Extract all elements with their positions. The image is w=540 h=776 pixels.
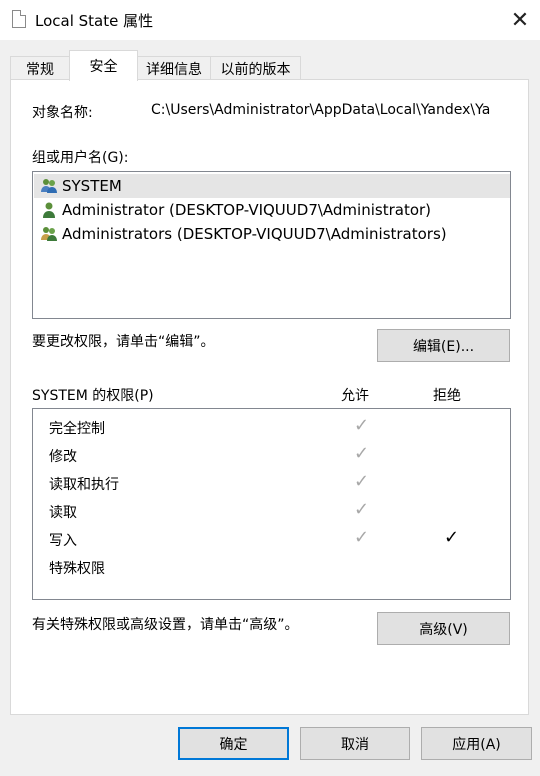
permission-row: 读取和执行 ✓ xyxy=(49,469,509,497)
list-item-label: Administrators (DESKTOP-VIQUUD7\Administ… xyxy=(62,225,447,243)
list-item-label: Administrator (DESKTOP-VIQUUD7\Administr… xyxy=(62,201,432,219)
permission-name: 修改 xyxy=(49,449,77,465)
permission-row: 特殊权限 xyxy=(49,553,509,581)
close-button[interactable]: ✕ xyxy=(500,0,540,40)
list-item[interactable]: SYSTEM xyxy=(34,174,510,198)
allow-check-icon: ✓ xyxy=(354,443,370,464)
edit-button[interactable]: 编辑(E)... xyxy=(377,329,510,362)
title-bar: Local State 属性 ✕ xyxy=(0,0,540,40)
window-title: Local State 属性 xyxy=(35,12,154,30)
permission-name: 特殊权限 xyxy=(49,561,105,577)
permission-name: 完全控制 xyxy=(49,421,105,437)
allow-check-icon: ✓ xyxy=(354,499,370,520)
permission-row: 完全控制 ✓ xyxy=(49,413,509,441)
user-icon xyxy=(43,202,55,218)
tab-security[interactable]: 安全 xyxy=(69,50,138,81)
object-path: C:\Users\Administrator\AppData\Local\Yan… xyxy=(151,102,491,118)
permission-row: 读取 ✓ xyxy=(49,497,509,525)
permission-name: 读取 xyxy=(49,505,77,521)
list-item-label: SYSTEM xyxy=(62,177,122,195)
security-panel: 对象名称: C:\Users\Administrator\AppData\Loc… xyxy=(10,79,529,715)
advanced-button[interactable]: 高级(V) xyxy=(377,612,510,645)
deny-check-icon: ✓ xyxy=(444,527,460,548)
permission-name: 写入 xyxy=(49,533,77,549)
permission-name: 读取和执行 xyxy=(49,477,119,493)
permission-row: 写入 ✓ ✓ xyxy=(49,525,509,553)
group-users-icon xyxy=(41,179,57,193)
file-icon xyxy=(12,10,26,28)
groups-listbox[interactable]: SYSTEM Administrator (DESKTOP-VIQUUD7\Ad… xyxy=(32,171,511,319)
ok-button[interactable]: 确定 xyxy=(178,727,289,760)
permissions-title: SYSTEM 的权限(P) xyxy=(32,388,154,404)
permissions-list: 完全控制 ✓ 修改 ✓ 读取和执行 ✓ 读取 ✓ 写入 ✓ ✓ 特殊权限 xyxy=(32,408,511,600)
list-item[interactable]: Administrator (DESKTOP-VIQUUD7\Administr… xyxy=(34,198,431,222)
object-name-label: 对象名称: xyxy=(32,105,93,121)
advanced-hint: 有关特殊权限或高级设置，请单击“高级”。 xyxy=(32,617,299,633)
tab-details[interactable]: 详细信息 xyxy=(137,56,211,80)
allow-header: 允许 xyxy=(341,388,369,404)
group-users-icon xyxy=(41,227,57,241)
cancel-button[interactable]: 取消 xyxy=(300,727,410,760)
tab-previous-versions[interactable]: 以前的版本 xyxy=(210,56,301,80)
allow-check-icon: ✓ xyxy=(354,415,370,436)
permission-row: 修改 ✓ xyxy=(49,441,509,469)
allow-check-icon: ✓ xyxy=(354,527,370,548)
apply-button[interactable]: 应用(A) xyxy=(421,727,532,760)
tab-general[interactable]: 常规 xyxy=(10,56,70,80)
deny-header: 拒绝 xyxy=(433,388,461,404)
edit-hint: 要更改权限，请单击“编辑”。 xyxy=(32,334,215,350)
dialog-footer: 确定 取消 应用(A) xyxy=(0,716,540,776)
allow-check-icon: ✓ xyxy=(354,471,370,492)
list-item[interactable]: Administrators (DESKTOP-VIQUUD7\Administ… xyxy=(34,222,447,246)
groups-label: 组或用户名(G): xyxy=(32,150,129,166)
